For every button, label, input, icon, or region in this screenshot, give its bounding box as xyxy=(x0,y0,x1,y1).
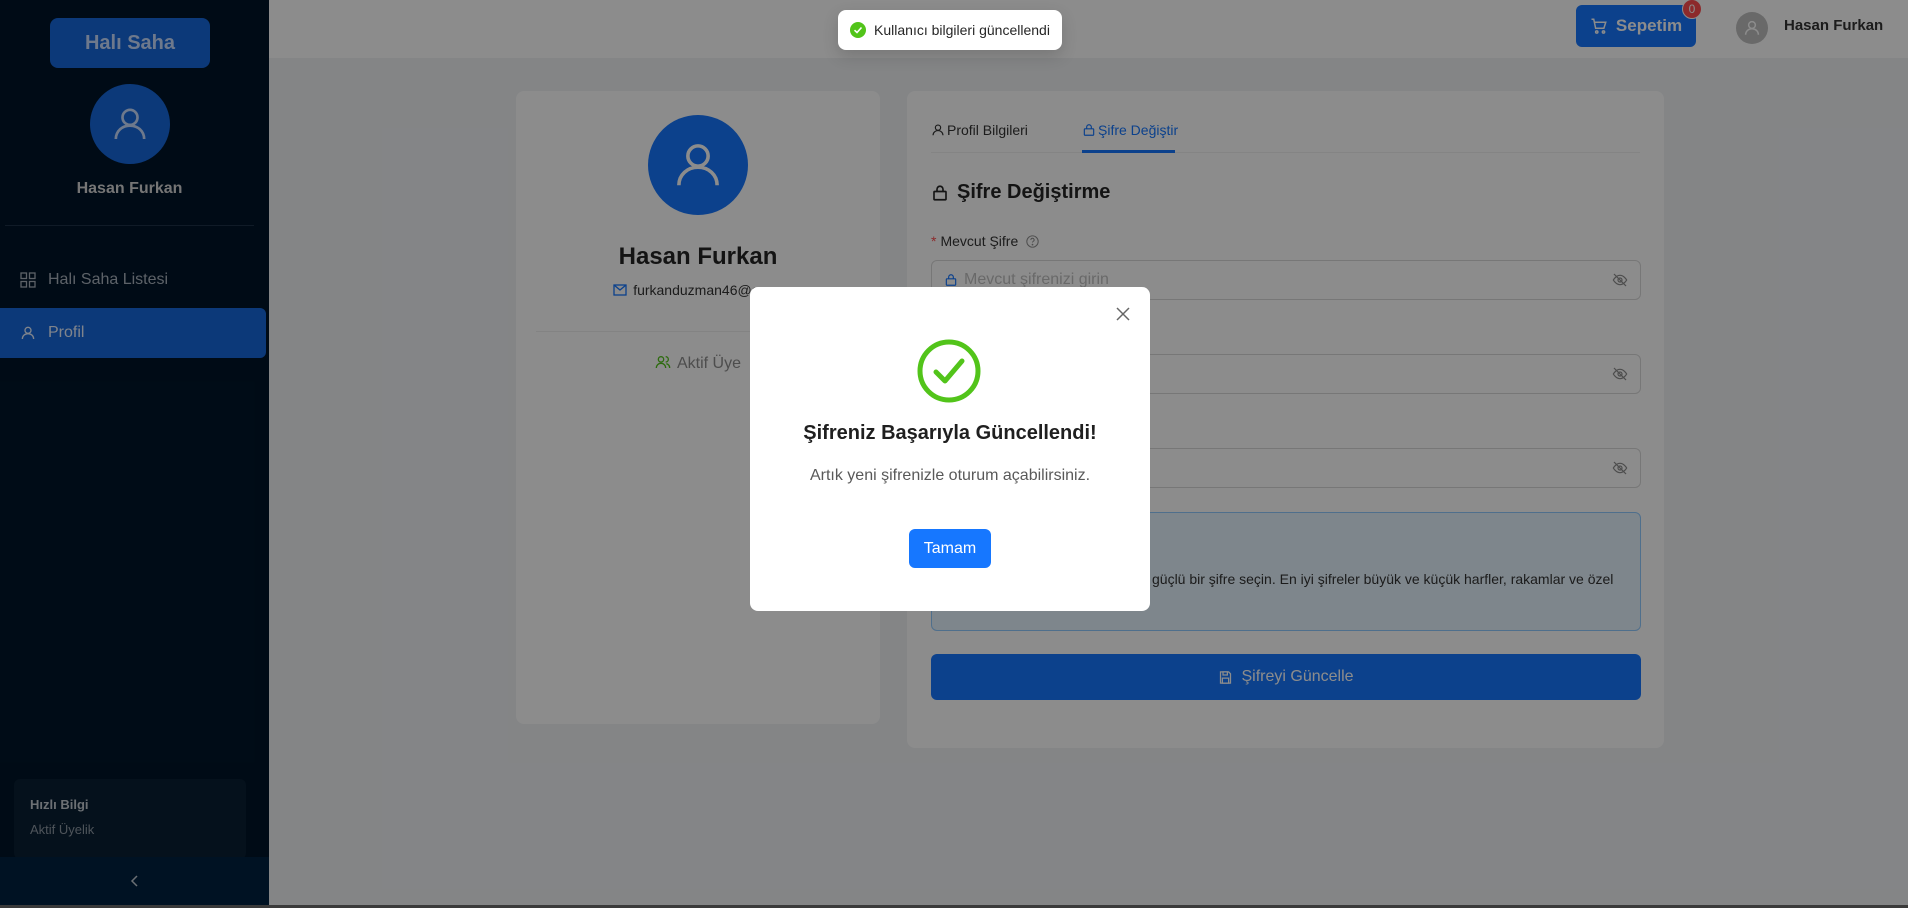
modal-subtitle: Artık yeni şifrenizle oturum açabilirsin… xyxy=(809,467,1091,484)
success-check-icon xyxy=(917,339,981,403)
modal-ok-button[interactable]: Tamam xyxy=(909,529,991,568)
success-modal: Şifreniz Başarıyla Güncellendi! Artık ye… xyxy=(750,287,1150,611)
modal-close-button[interactable] xyxy=(1112,303,1134,325)
success-toast: Kullanıcı bilgileri güncellendi xyxy=(838,10,1062,50)
close-icon xyxy=(1116,307,1130,321)
toast-text: Kullanıcı bilgileri güncellendi xyxy=(874,22,1050,38)
check-circle-icon xyxy=(850,22,867,38)
modal-title: Şifreniz Başarıyla Güncellendi! xyxy=(803,422,1097,444)
